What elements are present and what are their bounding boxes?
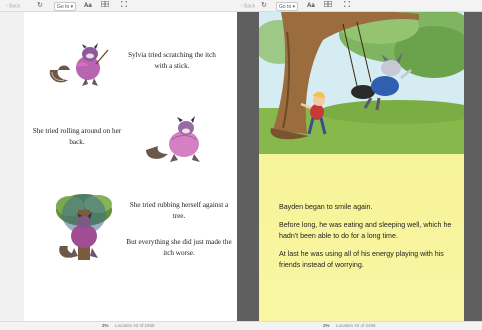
- left-page-margin: [0, 12, 24, 321]
- swing-scene-illustration: [259, 12, 464, 154]
- left-book-page[interactable]: Sylvia tried scratching the itch with a …: [24, 12, 237, 321]
- right-reader-pane: ‹ Back ↻ Go to ▾ Aa Bayden began to smil…: [237, 0, 482, 330]
- sylvia-stick-illustration: [49, 43, 109, 86]
- chevron-down-icon: ▾: [70, 3, 74, 10]
- story-text-3: At last he was using all of his energy p…: [279, 249, 444, 270]
- right-toolbar: ‹ Back ↻ Go to ▾ Aa: [237, 0, 482, 12]
- back-button[interactable]: ‹ Back: [6, 1, 20, 11]
- story-text-2: She tried rolling around on her back.: [32, 127, 122, 146]
- left-status-bar: 2% Location 42 of 2465: [0, 321, 237, 330]
- story-paragraph: But everything she did just made the itc…: [124, 237, 234, 258]
- sylvia-rolling-illustration: [146, 116, 200, 162]
- back-button[interactable]: ‹ Back: [241, 1, 255, 11]
- chevron-left-icon: ‹: [6, 3, 8, 9]
- left-reader-pane: ‹ Back ↻ Go to ▾ Aa Sylvia tried scratch…: [0, 0, 237, 330]
- story-text-3: She tried rubbing herself against a tree…: [129, 201, 229, 220]
- right-status-bar: 2% Location 42 of 2465: [237, 321, 482, 330]
- sylvia-tree-illustration: [56, 194, 112, 260]
- progress-percent: 2%: [102, 323, 109, 328]
- left-toolbar: ‹ Back ↻ Go to ▾ Aa: [0, 0, 237, 12]
- goto-dropdown[interactable]: Go to ▾: [276, 1, 299, 11]
- goto-label: Go to: [279, 3, 292, 10]
- story-text-1: Bayden began to smile again.: [279, 203, 373, 211]
- right-page-edge: [464, 12, 482, 321]
- story-text-2: Before long, he was eating and sleeping …: [279, 220, 452, 241]
- location-label: Location 42 of 2465: [115, 323, 155, 328]
- story-text-block: Bayden began to smile again. Before long…: [279, 202, 457, 278]
- right-page-margin: [237, 12, 259, 321]
- library-icon[interactable]: [100, 0, 110, 11]
- fullscreen-icon[interactable]: [343, 0, 351, 11]
- back-label: Back: [244, 3, 256, 10]
- refresh-icon[interactable]: ↻: [37, 1, 43, 11]
- chevron-left-icon: ‹: [241, 3, 243, 9]
- back-label: Back: [9, 3, 21, 10]
- refresh-icon[interactable]: ↻: [261, 1, 267, 11]
- library-icon[interactable]: [323, 0, 333, 11]
- story-text-1: Sylvia tried scratching the itch with a …: [128, 51, 216, 70]
- location-label: Location 42 of 2465: [336, 323, 376, 328]
- story-paragraph: She tried rolling around on her back.: [28, 126, 126, 147]
- story-paragraph: She tried rubbing herself against a tree…: [124, 200, 234, 221]
- story-paragraph: Sylvia tried scratching the itch with a …: [122, 50, 222, 71]
- goto-dropdown[interactable]: Go to ▾: [54, 1, 77, 11]
- goto-label: Go to: [57, 3, 70, 10]
- story-text-4: But everything she did just made the itc…: [126, 238, 232, 257]
- right-book-page[interactable]: Bayden began to smile again. Before long…: [259, 12, 464, 321]
- progress-percent: 2%: [323, 323, 330, 328]
- chevron-down-icon: ▾: [292, 3, 296, 10]
- fullscreen-icon[interactable]: [120, 0, 128, 11]
- text-size-button[interactable]: Aa: [84, 1, 92, 11]
- text-size-button[interactable]: Aa: [307, 1, 315, 11]
